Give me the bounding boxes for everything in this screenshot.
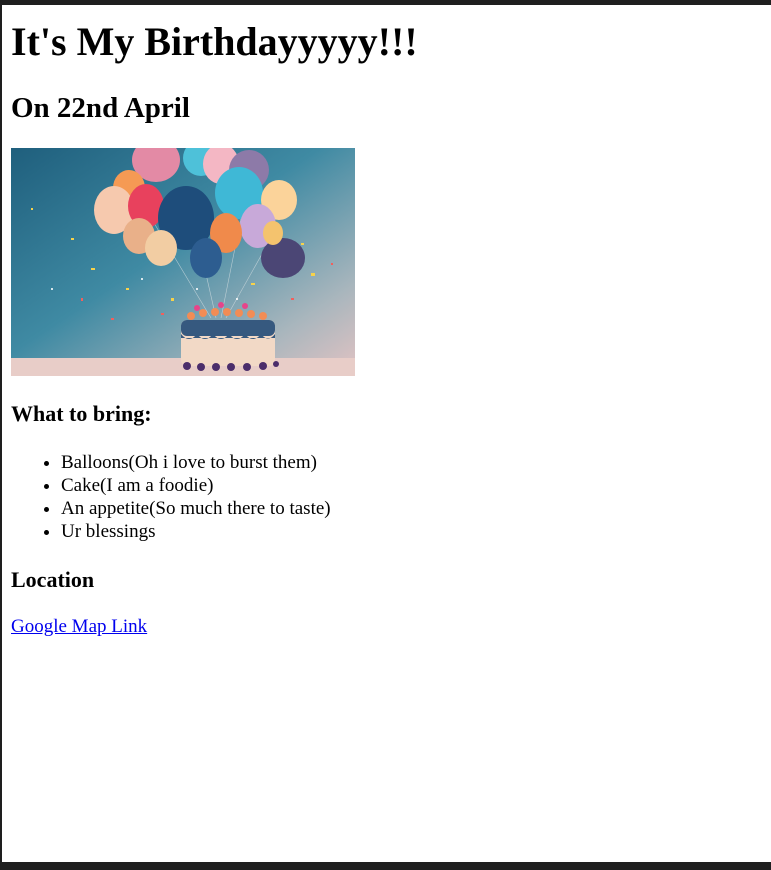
bring-heading: What to bring: [11, 401, 152, 426]
google-map-link[interactable]: Google Map Link [11, 617, 147, 636]
date-heading: On 22nd April [11, 92, 190, 124]
birthday-balloons-cake-image [11, 148, 355, 376]
page-viewport: It's My Birthdayyyyy!!! On 22nd April Wh… [2, 5, 771, 862]
location-heading: Location [11, 567, 95, 592]
list-item: Balloons(Oh i love to burst them) [61, 451, 331, 474]
list-item: An appetite(So much there to taste) [61, 497, 331, 520]
list-item: Cake(I am a foodie) [61, 474, 331, 497]
list-item: Ur blessings [61, 520, 331, 543]
window-bottom-bar [0, 862, 771, 870]
page-title: It's My Birthdayyyyy!!! [11, 19, 418, 64]
bring-list: Balloons(Oh i love to burst them) Cake(I… [11, 451, 331, 543]
